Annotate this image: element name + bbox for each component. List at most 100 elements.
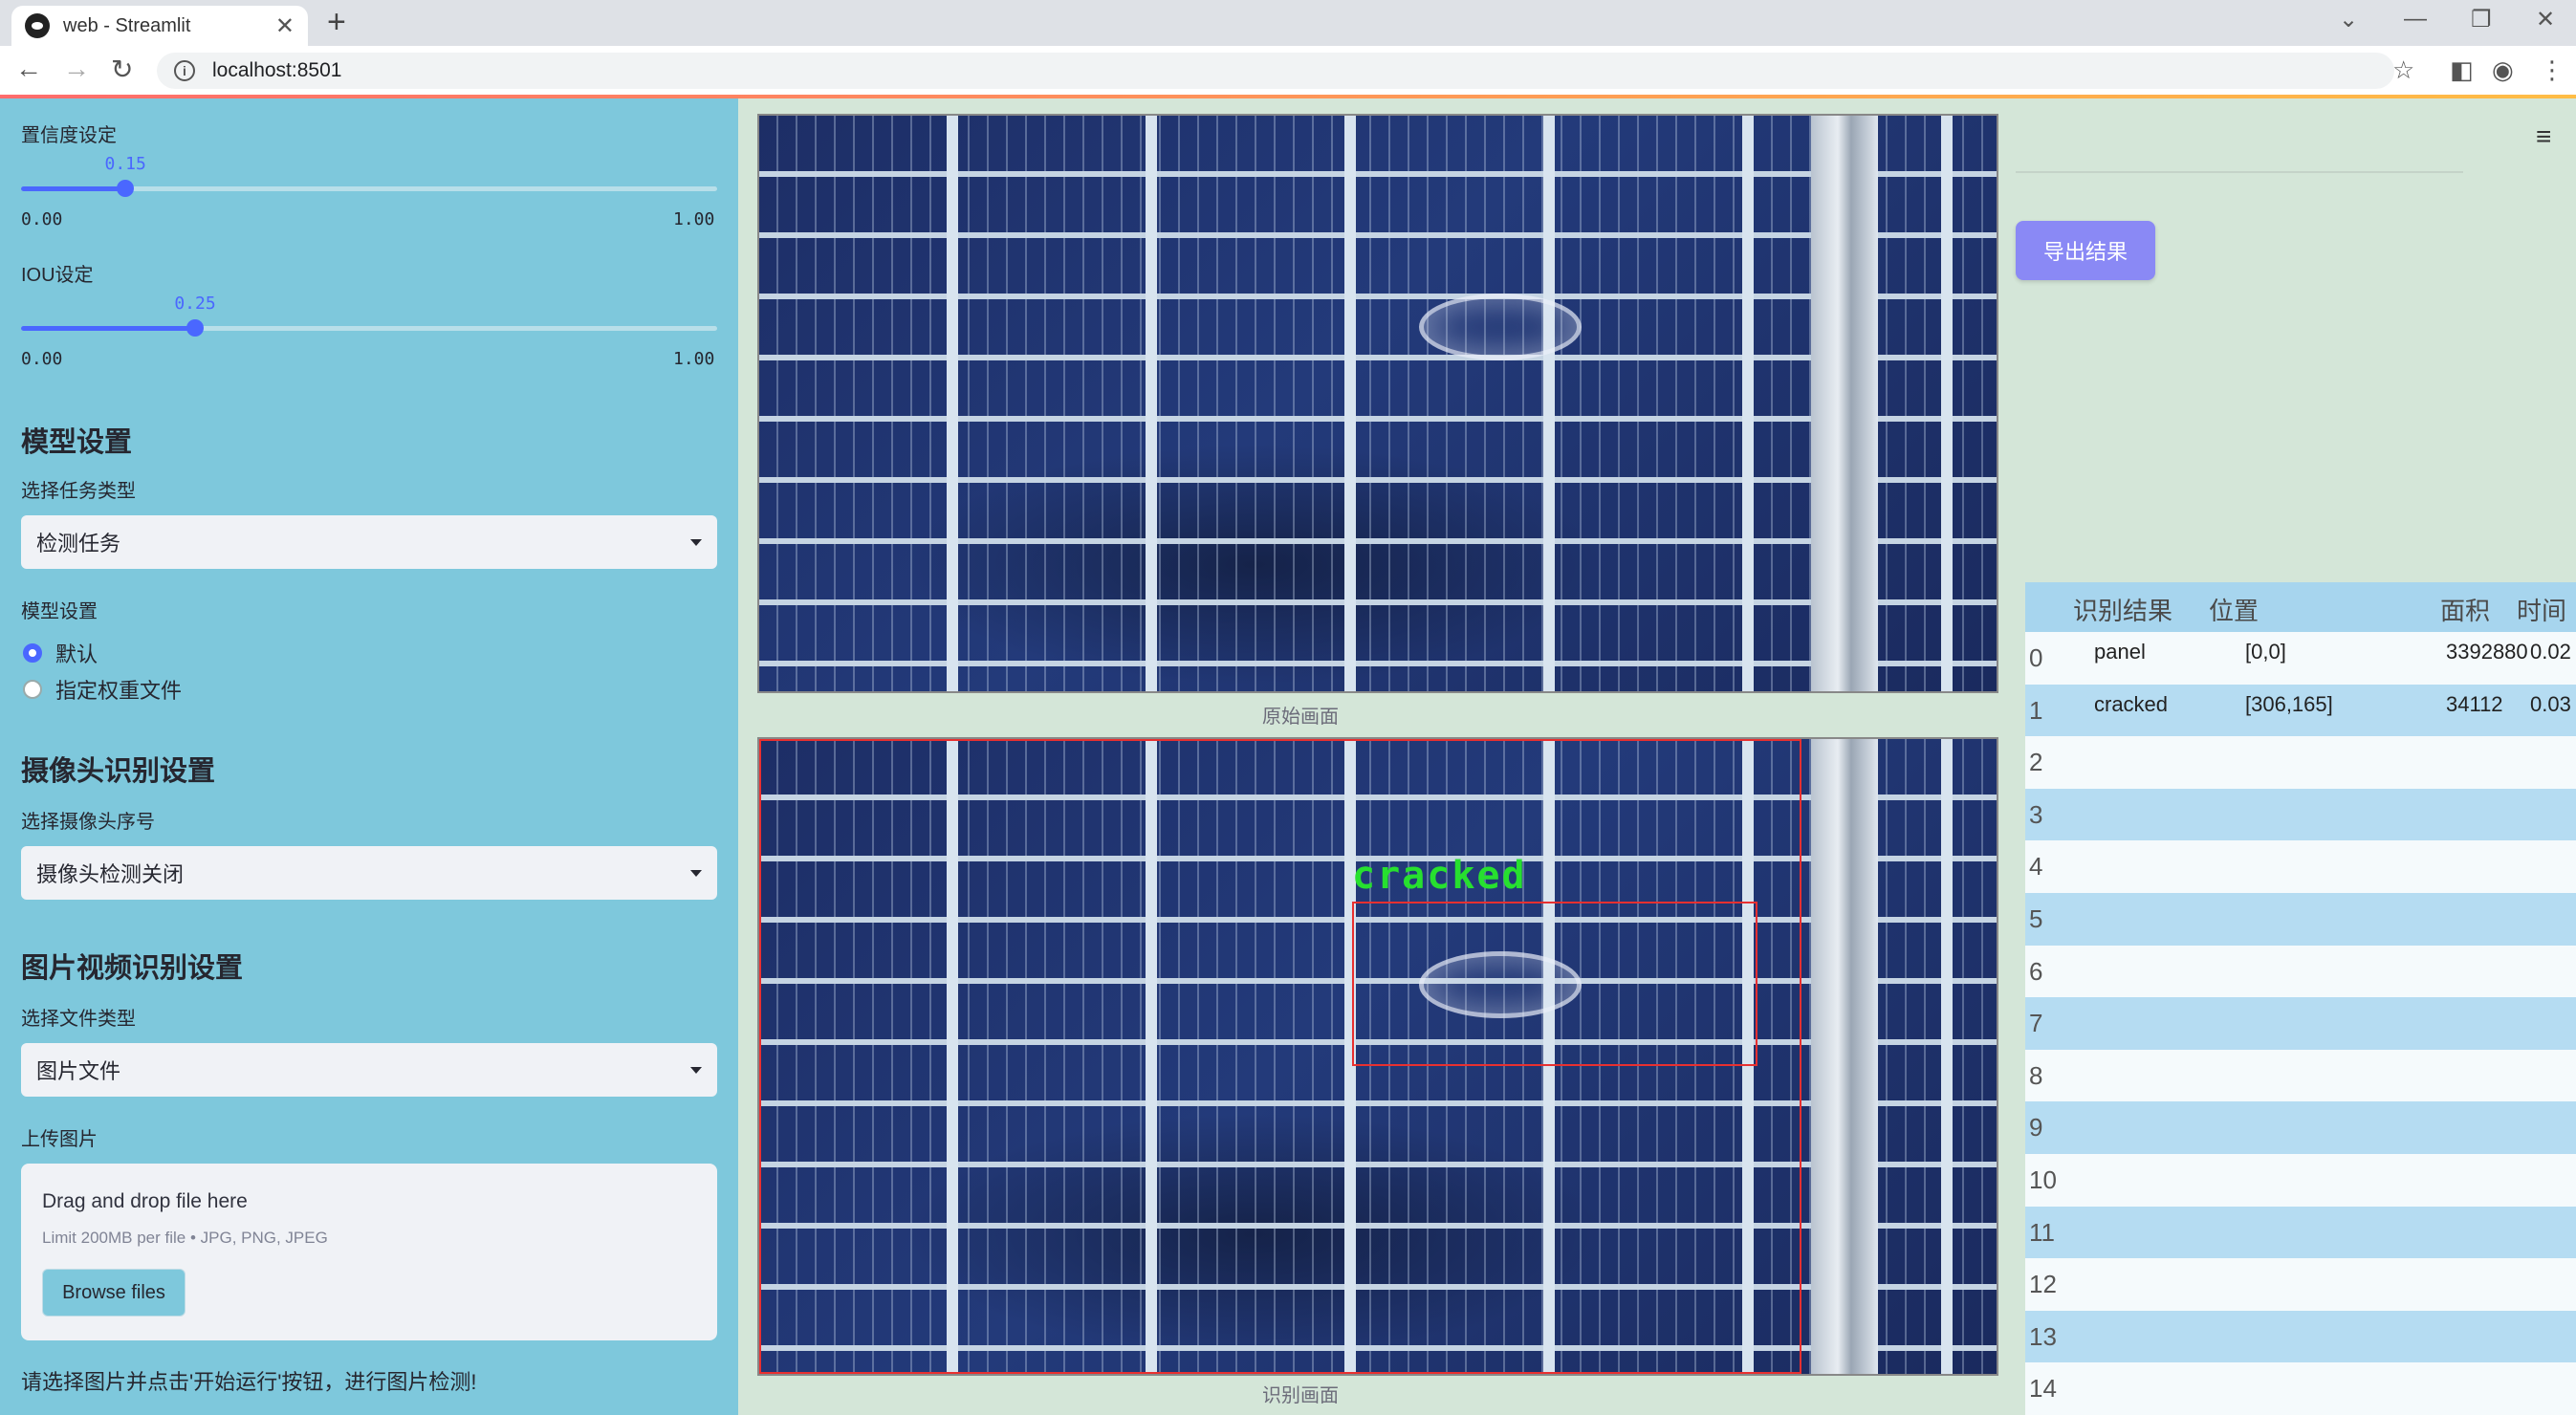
table-row[interactable]: 0 panel [0,0] 3392880 0.02 [2025, 632, 2576, 685]
chevron-down-icon [690, 1066, 702, 1074]
row-index: 6 [2029, 956, 2043, 986]
row-index: 9 [2029, 1113, 2043, 1143]
browser-tabbar: web - Streamlit ✕ + ⌄ — ❐ ✕ [0, 0, 2576, 46]
table-row[interactable]: 9 [2025, 1101, 2576, 1155]
chevron-down-icon [690, 538, 702, 546]
tab-close-icon[interactable]: ✕ [275, 12, 295, 40]
upload-label: 上传图片 [21, 1129, 98, 1150]
table-row[interactable]: 1 cracked [306,165] 34112 0.03 [2025, 684, 2576, 737]
browse-files-button[interactable]: Browse files [42, 1269, 186, 1317]
confidence-slider-thumb[interactable] [117, 180, 135, 197]
iou-slider-fill [21, 326, 195, 331]
task-type-value: 检测任务 [36, 532, 121, 555]
table-row[interactable]: 3 [2025, 788, 2576, 841]
table-row[interactable]: 8 [2025, 1049, 2576, 1102]
browser-tab[interactable]: web - Streamlit ✕ [11, 6, 308, 46]
row-index: 2 [2029, 748, 2043, 777]
table-row[interactable]: 6 [2025, 945, 2576, 998]
forward-icon[interactable]: → [63, 54, 90, 84]
original-caption: 原始画面 [1262, 707, 1339, 728]
impact-crack [1419, 294, 1582, 360]
task-type-label: 选择任务类型 [21, 481, 136, 502]
address-bar: ← → ↻ i localhost:8501 ☆ ◧ ◉ ⋮ [0, 46, 2576, 96]
cell-time: 0.02 [2530, 640, 2571, 664]
run-hint: 请选择图片并点击'开始运行'按钮，进行图片检测! [21, 1370, 477, 1394]
detection-box-cracked [1352, 902, 1757, 1066]
file-type-select[interactable]: 图片文件 [21, 1043, 717, 1097]
dropzone-title: Drag and drop file here [42, 1190, 248, 1212]
cell-result: cracked [2094, 691, 2169, 716]
confidence-slider-fill [21, 186, 126, 191]
detected-caption: 识别画面 [1262, 1385, 1339, 1406]
tab-title: web - Streamlit [63, 14, 191, 36]
row-index: 14 [2029, 1374, 2057, 1404]
iou-slider[interactable]: 0.25 [21, 294, 717, 337]
hamburger-icon[interactable]: ≡ [2536, 121, 2551, 152]
cell-area: 3392880 [2446, 640, 2528, 664]
cell-time: 0.03 [2530, 691, 2571, 716]
table-row[interactable]: 14 [2025, 1362, 2576, 1415]
model-section-title: 模型设置 [21, 427, 133, 458]
table-header: 识别结果 位置 面积 时间 [2025, 582, 2576, 632]
row-index: 11 [2029, 1217, 2055, 1247]
radio-default-label: 默认 [55, 642, 98, 666]
table-row[interactable]: 13 [2025, 1310, 2576, 1363]
camera-select[interactable]: 摄像头检测关闭 [21, 846, 717, 900]
url-field[interactable]: i localhost:8501 [157, 53, 2394, 89]
bookmark-star-icon[interactable]: ☆ [2392, 55, 2414, 85]
row-index: 3 [2029, 799, 2043, 829]
iou-min: 0.00 [21, 349, 63, 369]
radio-custom-weights-label: 指定权重文件 [55, 679, 183, 703]
header-position: 位置 [2209, 597, 2259, 625]
restore-icon[interactable]: ❐ [2471, 6, 2492, 33]
export-results-button[interactable]: 导出结果 [2016, 221, 2155, 280]
detected-image: cracked [757, 737, 1998, 1376]
cell-area: 34112 [2446, 691, 2503, 716]
row-index: 7 [2029, 1009, 2043, 1038]
confidence-slider[interactable]: 0.15 [21, 154, 717, 197]
row-index: 12 [2029, 1270, 2057, 1299]
table-row[interactable]: 4 [2025, 840, 2576, 894]
table-row[interactable]: 11 [2025, 1206, 2576, 1259]
new-tab-icon[interactable]: + [327, 4, 346, 41]
radio-unchecked-icon[interactable] [23, 680, 42, 699]
file-section-title: 图片视频识别设置 [21, 953, 244, 984]
radio-default[interactable]: 默认 [23, 638, 98, 668]
radio-checked-icon[interactable] [23, 643, 42, 663]
panel-frame-rail [1811, 739, 1878, 1374]
reload-icon[interactable]: ↻ [111, 54, 133, 85]
side-panel-icon[interactable]: ◧ [2450, 55, 2474, 85]
table-row[interactable]: 7 [2025, 997, 2576, 1051]
file-dropzone[interactable]: Drag and drop file here Limit 200MB per … [21, 1164, 717, 1340]
dropzone-limit: Limit 200MB per file • JPG, PNG, JPEG [42, 1229, 328, 1247]
row-index: 1 [2029, 695, 2043, 725]
browser-menu-icon[interactable]: ⋮ [2540, 55, 2565, 85]
row-index: 13 [2029, 1321, 2057, 1351]
header-result: 识别结果 [2073, 597, 2173, 625]
cell-position: [306,165] [2245, 691, 2333, 716]
task-type-select[interactable]: 检测任务 [21, 515, 717, 569]
radio-custom-weights[interactable]: 指定权重文件 [23, 674, 182, 705]
table-row[interactable]: 2 [2025, 736, 2576, 790]
iou-label: IOU设定 [21, 265, 94, 286]
table-row[interactable]: 5 [2025, 893, 2576, 946]
header-time: 时间 [2517, 597, 2567, 625]
confidence-min: 0.00 [21, 209, 63, 229]
file-type-label: 选择文件类型 [21, 1009, 136, 1030]
window-close-icon[interactable]: ✕ [2536, 6, 2555, 33]
minimize-icon[interactable]: — [2404, 6, 2427, 33]
confidence-value: 0.15 [104, 154, 146, 174]
iou-slider-thumb[interactable] [186, 319, 204, 337]
iou-value: 0.25 [174, 294, 216, 314]
back-icon[interactable]: ← [15, 54, 42, 84]
row-index: 0 [2029, 643, 2043, 672]
profile-icon[interactable]: ◉ [2492, 55, 2514, 85]
site-info-icon[interactable]: i [174, 60, 195, 81]
main-content: 原始画面 cracked 识别画面 ≡ 导出结果 识别结果 位置 面积 时间 0… [738, 98, 2576, 1415]
tab-search-icon[interactable]: ⌄ [2339, 6, 2358, 33]
table-row[interactable]: 12 [2025, 1258, 2576, 1312]
cell-position: [0,0] [2245, 640, 2286, 664]
detection-label-cracked: cracked [1352, 854, 1527, 898]
row-index: 10 [2029, 1165, 2057, 1194]
table-row[interactable]: 10 [2025, 1154, 2576, 1207]
